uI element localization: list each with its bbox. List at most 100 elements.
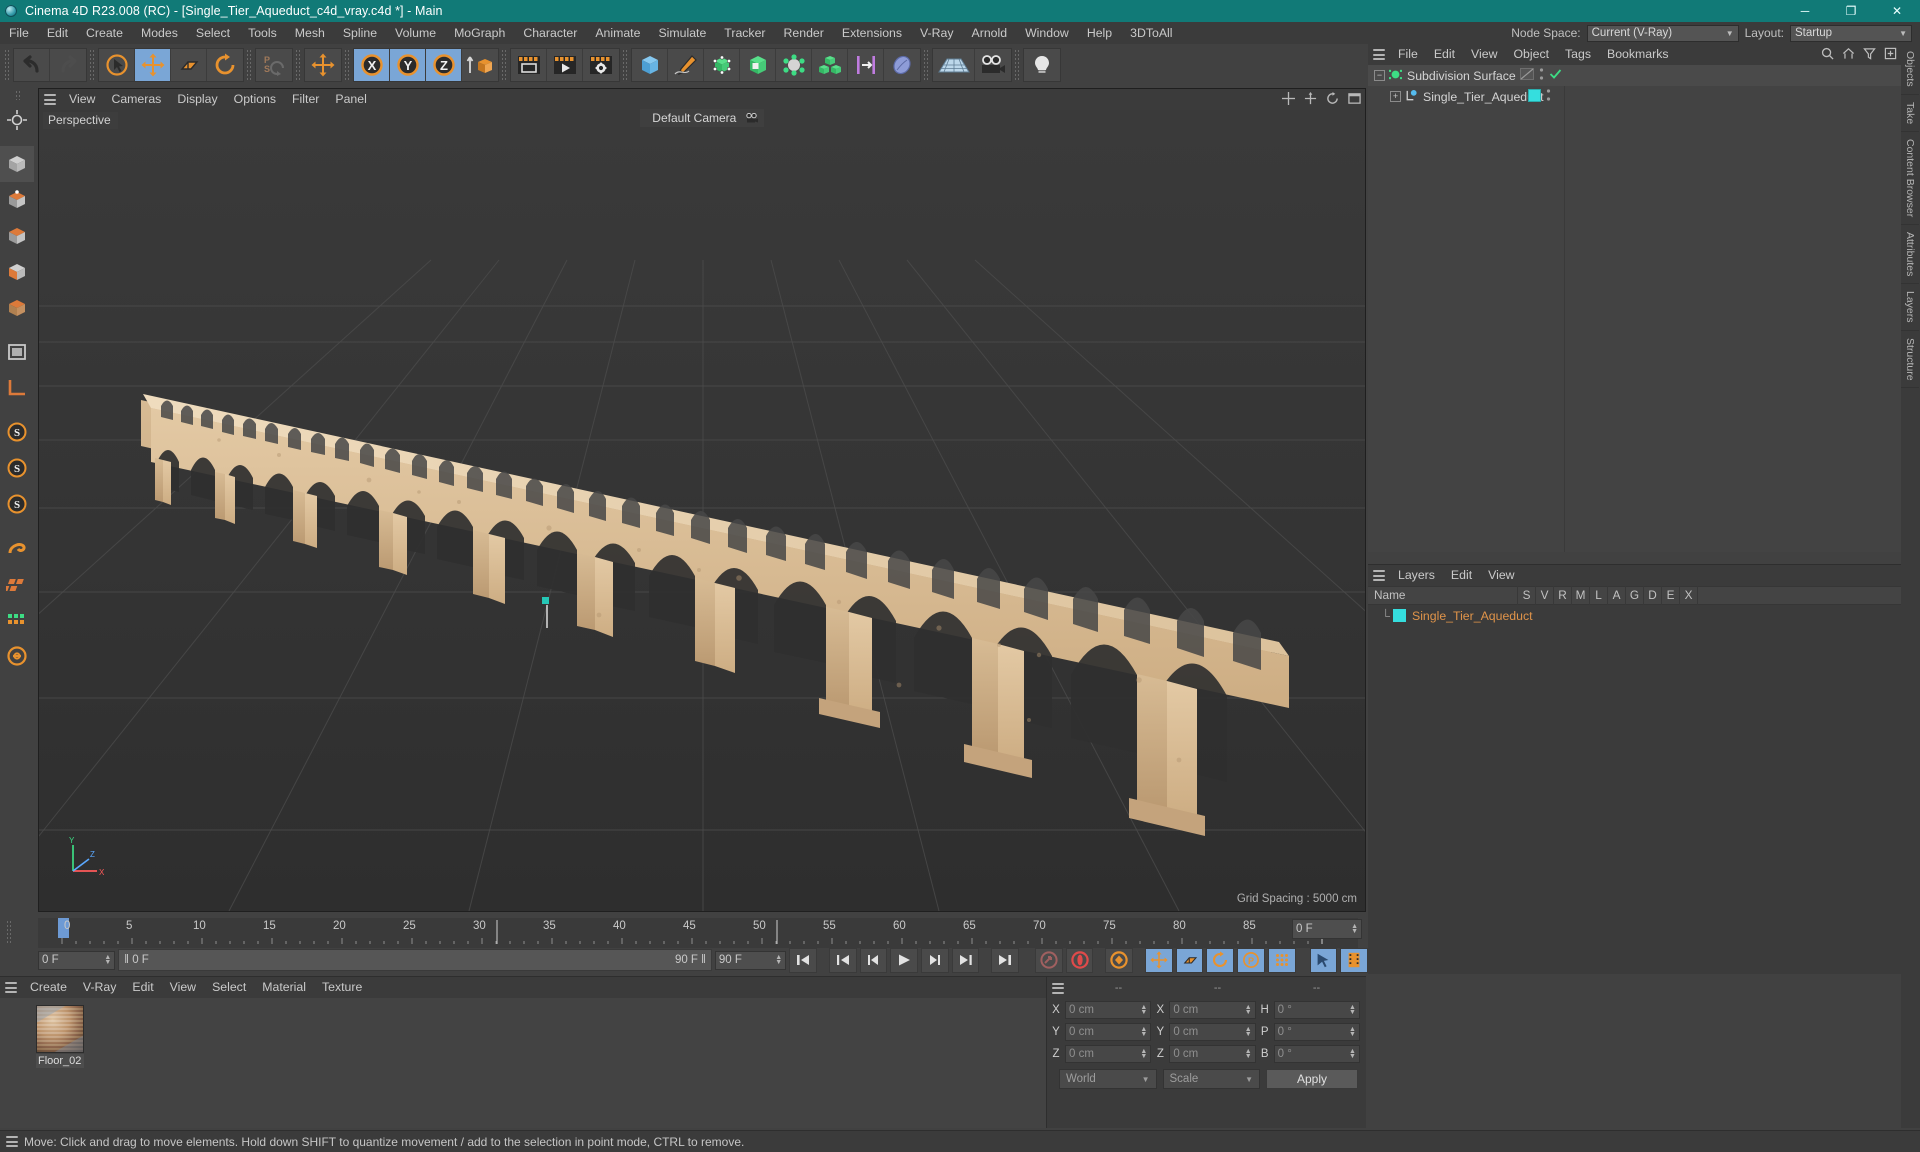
add-icon[interactable]: [1884, 47, 1897, 63]
record-position-button[interactable]: [1145, 947, 1173, 973]
pan-icon[interactable]: [1282, 91, 1295, 108]
minimize-button[interactable]: ─: [1782, 0, 1828, 22]
material-menu-texture[interactable]: Texture: [314, 977, 370, 998]
deformer-button[interactable]: [776, 49, 812, 81]
workplane-mode-button[interactable]: [0, 370, 34, 406]
menu-item-simulate[interactable]: Simulate: [649, 22, 715, 44]
viewport-hamburger-icon[interactable]: [39, 94, 61, 105]
material-menu-view[interactable]: View: [162, 977, 204, 998]
record-param-button[interactable]: P: [1237, 947, 1265, 973]
motion-system-button[interactable]: [1309, 947, 1338, 973]
object-menu-view[interactable]: View: [1463, 44, 1505, 65]
layers-col-a[interactable]: A: [1608, 586, 1626, 605]
visibility-dot-icon[interactable]: [1520, 68, 1534, 83]
undo-button[interactable]: [14, 49, 50, 81]
menu-item-select[interactable]: Select: [187, 22, 239, 44]
redo-button[interactable]: [50, 49, 86, 81]
object-mode-button[interactable]: [0, 290, 34, 326]
model-mode-button[interactable]: [0, 254, 34, 290]
previous-frame-button[interactable]: [859, 947, 888, 973]
lock-z-button[interactable]: Z: [426, 49, 462, 81]
scale-tool-button[interactable]: [171, 49, 207, 81]
object-menu-bookmarks[interactable]: Bookmarks: [1599, 44, 1677, 65]
layers-col-x[interactable]: X: [1680, 586, 1698, 605]
orbit-icon[interactable]: [1326, 91, 1339, 108]
rotate-tool-button[interactable]: [207, 49, 243, 81]
material-hamburger-icon[interactable]: [0, 982, 22, 993]
toolbar-grip-3[interactable]: [246, 49, 253, 81]
checkmark-icon[interactable]: [1549, 68, 1562, 83]
play-button[interactable]: [890, 947, 919, 973]
dot-column-icon[interactable]: [1539, 67, 1544, 84]
menu-item-3dtoall[interactable]: 3DToAll: [1121, 22, 1181, 44]
menu-item-extensions[interactable]: Extensions: [833, 22, 911, 44]
layer-color-swatch[interactable]: [1393, 609, 1406, 622]
parent-scale-button[interactable]: PS: [256, 49, 292, 81]
tab-layers[interactable]: Layers: [1901, 284, 1919, 331]
menu-item-file[interactable]: File: [0, 22, 38, 44]
toolbar-grip-7[interactable]: [622, 49, 629, 81]
maximize-button[interactable]: ❐: [1828, 0, 1874, 22]
object-hamburger-icon[interactable]: [1368, 49, 1390, 60]
coordinates-hamburger-icon[interactable]: [1047, 982, 1069, 994]
select-tool-button[interactable]: [99, 49, 135, 81]
object-row-subdivision-surface[interactable]: − Subdivision Surface: [1368, 65, 1901, 86]
tab-attributes[interactable]: Attributes: [1901, 225, 1919, 285]
scene-button[interactable]: [848, 49, 884, 81]
render-to-picture-viewer-button[interactable]: [547, 49, 583, 81]
transform-tool-button[interactable]: [0, 102, 34, 138]
viewport-menu-display[interactable]: Display: [169, 89, 225, 110]
menu-item-animate[interactable]: Animate: [586, 22, 649, 44]
toolbar-grip-6[interactable]: [501, 49, 508, 81]
layers-col-g[interactable]: G: [1626, 586, 1644, 605]
go-to-end-button[interactable]: [991, 947, 1020, 973]
material-item[interactable]: Floor_02: [36, 1005, 84, 1068]
layers-col-e[interactable]: E: [1662, 586, 1680, 605]
material-menu-select[interactable]: Select: [204, 977, 254, 998]
add-light-button[interactable]: [1024, 49, 1060, 81]
object-menu-file[interactable]: File: [1390, 44, 1426, 65]
menu-item-character[interactable]: Character: [514, 22, 586, 44]
position-x-field[interactable]: 0 cm ▲ ▼: [1065, 1001, 1152, 1019]
viewport-menu-options[interactable]: Options: [226, 89, 284, 110]
coordinate-space-select[interactable]: World ▼: [1059, 1069, 1157, 1089]
menu-item-modes[interactable]: Modes: [132, 22, 187, 44]
layers-col-s[interactable]: S: [1518, 586, 1536, 605]
toolbar-grip-8[interactable]: [923, 49, 930, 81]
menu-item-vray[interactable]: V-Ray: [911, 22, 963, 44]
search-icon[interactable]: [1821, 47, 1834, 63]
size-z-field[interactable]: 0 cm ▲ ▼: [1169, 1045, 1256, 1063]
world-coordinate-button[interactable]: [462, 49, 498, 81]
left-palette-grip[interactable]: [14, 90, 22, 100]
texture-mode-button[interactable]: [0, 334, 34, 370]
modeling-object-button[interactable]: [740, 49, 776, 81]
position-y-field[interactable]: 0 cm ▲ ▼: [1065, 1023, 1152, 1041]
viewport-menu-panel[interactable]: Panel: [327, 89, 374, 110]
layers-col-v[interactable]: V: [1536, 586, 1554, 605]
workplane-lock-button[interactable]: [0, 602, 34, 638]
viewport-3d-scene[interactable]: Y X Z Grid Spacing : 5000 cm: [39, 110, 1365, 911]
maximize-viewport-icon[interactable]: [1348, 92, 1361, 108]
render-view-button[interactable]: [511, 49, 547, 81]
autokey-button[interactable]: [1035, 947, 1063, 973]
add-floor-button[interactable]: [933, 49, 975, 81]
apply-button[interactable]: Apply: [1266, 1069, 1358, 1089]
object-menu-object[interactable]: Object: [1505, 44, 1557, 65]
material-swatch-area[interactable]: Floor_02: [0, 998, 1046, 1128]
menu-item-volume[interactable]: Volume: [386, 22, 445, 44]
home-icon[interactable]: [1842, 47, 1855, 63]
add-spline-button[interactable]: [668, 49, 704, 81]
layers-menu-layers[interactable]: Layers: [1390, 565, 1443, 586]
material-menu-material[interactable]: Material: [254, 977, 314, 998]
lock-y-button[interactable]: Y: [390, 49, 426, 81]
position-z-field[interactable]: 0 cm ▲ ▼: [1065, 1045, 1152, 1063]
next-keyframe-button[interactable]: [951, 947, 980, 973]
object-menu-edit[interactable]: Edit: [1426, 44, 1463, 65]
menu-item-create[interactable]: Create: [77, 22, 132, 44]
layers-menu-edit[interactable]: Edit: [1443, 565, 1480, 586]
timeline-ruler[interactable]: 0 5 10 15 20 25 30 35 40 45 50 55 60 65 …: [38, 918, 1358, 948]
material-menu-vray[interactable]: V-Ray: [75, 977, 125, 998]
next-frame-button[interactable]: [921, 947, 949, 973]
zoom-icon[interactable]: [1304, 91, 1317, 108]
material-menu-edit[interactable]: Edit: [124, 977, 161, 998]
